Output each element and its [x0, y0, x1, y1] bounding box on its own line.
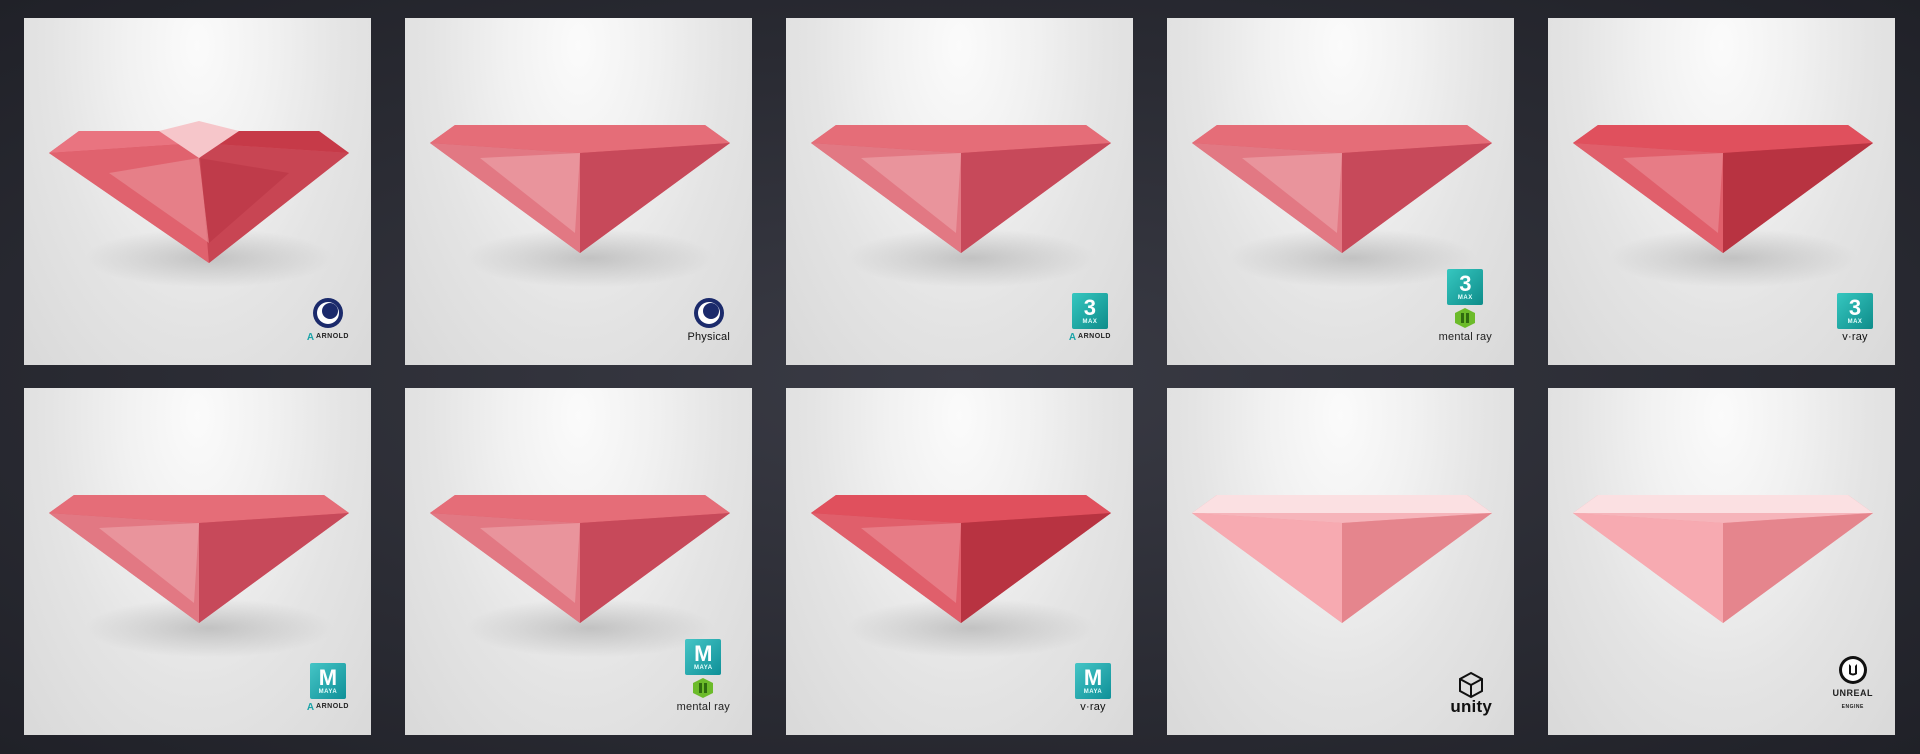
renderer-logo-block: Physical: [687, 297, 730, 343]
renderer-logo-block: unity: [1450, 671, 1492, 716]
ruby-gem: [430, 125, 730, 253]
cinema4d-icon: [312, 298, 343, 328]
renderer-logo-block: 3 MAX A ARNOLD: [1069, 293, 1111, 343]
renderer-sublabel: ENGINE: [1841, 704, 1864, 710]
maya-icon: M MAYA: [1075, 663, 1111, 699]
arnold-icon: A: [306, 701, 315, 713]
ruby-gem: [1192, 125, 1492, 253]
maya-icon: M MAYA: [309, 663, 346, 699]
ruby-gem: [811, 125, 1111, 253]
ruby-gem: [430, 495, 730, 623]
render-tile-maya-arnold: M MAYA A ARNOLD: [24, 388, 371, 735]
renderer-label: UNREAL: [1832, 688, 1873, 698]
3dsmax-icon: 3 MAX: [1447, 269, 1484, 305]
render-tile-max-arnold: 3 MAX A ARNOLD: [786, 18, 1133, 365]
ruby-gem: [49, 121, 349, 263]
renderer-label: ARNOLD: [1078, 333, 1111, 340]
ruby-gem: [811, 495, 1111, 623]
3dsmax-icon: 3 MAX: [1837, 293, 1873, 329]
ruby-gem: [1573, 125, 1873, 253]
renderer-logo-block: A ARNOLD: [307, 297, 349, 343]
renderer-label: mental ray: [676, 701, 730, 713]
unity-icon: [1459, 671, 1484, 699]
arnold-icon: A: [306, 331, 315, 343]
cinema4d-icon: [693, 298, 724, 328]
render-tile-maya-mentalray: M MAYA mental ray: [405, 388, 752, 735]
mentalray-icon: [1455, 308, 1476, 328]
3dsmax-icon: 3 MAX: [1071, 293, 1108, 329]
render-tile-c4d-arnold: A ARNOLD: [24, 18, 371, 365]
ruby-gem: [1192, 495, 1492, 623]
renderer-label: ARNOLD: [316, 333, 349, 340]
ruby-gem: [49, 495, 349, 623]
renderer-logo-block: 3 MAX v·ray: [1837, 293, 1873, 343]
renderer-logo-block: M MAYA A ARNOLD: [307, 663, 349, 713]
maya-icon: M MAYA: [685, 639, 722, 675]
render-tile-unity: unity: [1167, 388, 1514, 735]
ruby-gem: [1573, 495, 1873, 623]
renderer-logo-block: M MAYA v·ray: [1075, 663, 1111, 713]
vray-icon: v·ray: [1842, 331, 1868, 343]
renderer-label: unity: [1450, 697, 1492, 716]
renderer-label: mental ray: [1438, 331, 1492, 343]
vray-icon: v·ray: [1080, 701, 1106, 713]
render-tile-maya-vray: M MAYA v·ray: [786, 388, 1133, 735]
renderer-logo-block: 3 MAX mental ray: [1439, 269, 1492, 343]
unreal-icon: [1838, 656, 1867, 684]
renderer-label: Physical: [687, 331, 730, 343]
renderer-logo-block: UNREAL ENGINE: [1833, 655, 1874, 713]
render-tile-c4d-physical: Physical: [405, 18, 752, 365]
render-tile-unreal: UNREAL ENGINE: [1548, 388, 1895, 735]
renderer-label: ARNOLD: [316, 703, 349, 710]
render-tile-max-mentalray: 3 MAX mental ray: [1167, 18, 1514, 365]
arnold-icon: A: [1068, 331, 1077, 343]
mentalray-icon: [693, 678, 714, 698]
renderer-logo-block: M MAYA mental ray: [677, 639, 730, 713]
render-tile-max-vray: 3 MAX v·ray: [1548, 18, 1895, 365]
